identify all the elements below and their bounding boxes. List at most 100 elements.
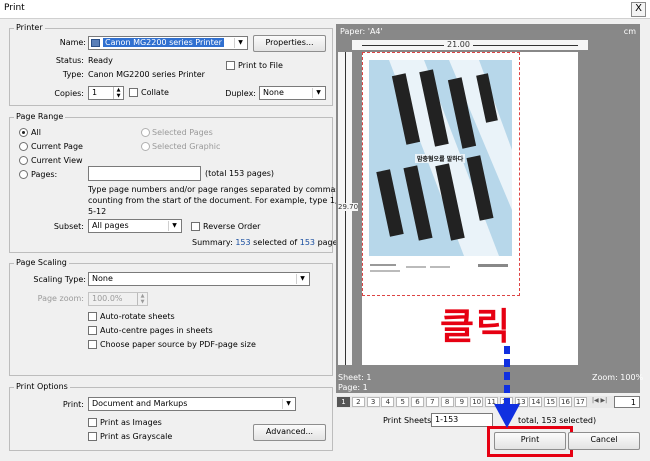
page-zoom-label: Page zoom: <box>37 294 84 303</box>
properties-button-label: Properties... <box>265 38 314 47</box>
collate-checkbox[interactable] <box>129 88 138 97</box>
summary-mid: selected of <box>253 238 298 247</box>
selected-graphic-radio <box>141 142 150 151</box>
poster-letter-block <box>376 169 404 237</box>
print-as-grayscale-checkbox[interactable] <box>88 432 97 441</box>
auto-rotate-checkbox[interactable] <box>88 312 97 321</box>
page-number-value: 1 <box>630 398 636 407</box>
vertical-ruler: 29.70 <box>338 52 359 365</box>
page-button[interactable]: 14 <box>529 397 543 407</box>
all-radio[interactable] <box>19 128 28 137</box>
printer-name-select[interactable]: Canon MG2200 series Printer ▼ <box>88 36 248 50</box>
auto-centre-checkbox[interactable] <box>88 326 97 335</box>
page-zoom-input: 100.0% ▲ ▼ <box>88 292 148 306</box>
summary-prefix: Summary: <box>192 238 233 247</box>
printer-group-label: Printer <box>14 23 45 32</box>
arrow-head <box>494 404 520 428</box>
summary-total-count: 153 <box>299 238 316 247</box>
title-bar: Print X <box>0 0 650 19</box>
copies-input[interactable]: 1 ▲ ▼ <box>88 86 124 100</box>
page-button[interactable]: 1 <box>337 397 350 407</box>
page-zoom-spinner-icon: ▲ ▼ <box>137 293 147 305</box>
page-button[interactable]: 15 <box>544 397 558 407</box>
footer-text-line <box>370 264 396 266</box>
footer-text-line <box>406 266 426 268</box>
current-view-radio[interactable] <box>19 156 28 165</box>
current-page-radio[interactable] <box>19 142 28 151</box>
page-button[interactable]: 6 <box>411 397 424 407</box>
page-scaling-group-label: Page Scaling <box>14 258 69 267</box>
horizontal-ruler: 21.00 <box>352 40 588 50</box>
selected-pages-label: Selected Pages <box>152 128 213 137</box>
scaling-type-select[interactable]: None ▼ <box>88 272 310 286</box>
poster-letter-block <box>403 165 433 241</box>
page-button[interactable]: 2 <box>351 397 365 407</box>
duplex-select[interactable]: None ▼ <box>259 86 326 100</box>
subset-value: All pages <box>92 221 129 230</box>
pages-label: Pages: <box>31 170 58 179</box>
page-button[interactable]: 8 <box>440 397 454 407</box>
advanced-button[interactable]: Advanced... <box>253 424 326 441</box>
print-what-select[interactable]: Document and Markups ▼ <box>88 397 296 411</box>
copies-spinner-icon[interactable]: ▲ ▼ <box>113 87 123 99</box>
properties-button[interactable]: Properties... <box>253 35 326 52</box>
page-number-input[interactable]: 1 <box>614 396 640 408</box>
status-label: Status: <box>55 56 84 65</box>
cancel-button[interactable]: Cancel <box>568 432 640 450</box>
current-view-label: Current View <box>31 156 83 165</box>
printer-icon <box>91 39 100 47</box>
page-range-group-label: Page Range <box>14 112 66 121</box>
duplex-label: Duplex: <box>225 89 256 98</box>
page-button[interactable]: 16 <box>559 397 572 407</box>
auto-centre-label: Auto-centre pages in sheets <box>100 326 213 335</box>
print-sheets-label: Print Sheets: <box>383 416 434 425</box>
units-label: cm <box>623 27 636 36</box>
copies-value: 1 <box>92 88 98 97</box>
scaling-type-value: None <box>92 274 113 283</box>
footer-logo <box>478 264 508 267</box>
pages-help-line2: counting from the start of the document.… <box>88 196 348 205</box>
print-to-file-checkbox[interactable] <box>226 61 235 70</box>
print-button-highlight <box>487 426 573 457</box>
choose-paper-source-checkbox[interactable] <box>88 340 97 349</box>
print-as-grayscale-label: Print as Grayscale <box>100 432 173 441</box>
print-as-images-checkbox[interactable] <box>88 418 97 427</box>
page-button[interactable]: 3 <box>366 397 380 407</box>
paper-size-label: Paper: 'A4' <box>340 27 383 36</box>
chevron-down-icon: ▼ <box>282 399 294 409</box>
print-sheets-value: 1-153 <box>435 415 459 424</box>
page-button[interactable]: 10 <box>470 397 484 407</box>
print-as-images-label: Print as Images <box>100 418 162 427</box>
selected-graphic-label: Selected Graphic <box>152 142 221 151</box>
page-button[interactable]: 9 <box>455 397 469 407</box>
reverse-order-checkbox[interactable] <box>191 222 200 231</box>
printer-name-value: Canon MG2200 series Printer <box>103 38 224 47</box>
pages-input[interactable] <box>88 166 201 181</box>
collate-label: Collate <box>141 88 169 97</box>
chevron-down-icon: ▼ <box>234 38 246 48</box>
print-sheets-input[interactable]: 1-153 <box>431 413 493 427</box>
page-button[interactable]: 17 <box>573 397 587 407</box>
zoom-label: Zoom: 100% <box>592 373 644 382</box>
footer-text-line <box>370 270 400 272</box>
chevron-down-icon: ▼ <box>168 221 180 231</box>
print-options-group-label: Print Options <box>14 382 70 391</box>
page-button[interactable]: 5 <box>396 397 410 407</box>
cancel-button-label: Cancel <box>590 435 618 444</box>
chevron-down-icon: ▼ <box>312 88 324 98</box>
type-label: Type: <box>62 70 84 79</box>
print-what-value: Document and Markups <box>92 399 188 408</box>
page-button[interactable]: 4 <box>381 397 395 407</box>
close-button[interactable]: X <box>631 2 646 17</box>
print-to-file-label: Print to File <box>238 61 283 70</box>
auto-rotate-label: Auto-rotate sheets <box>100 312 175 321</box>
current-page-label: Current Page <box>31 142 83 151</box>
annotation-arrow-icon <box>494 346 520 428</box>
window-title: Print <box>4 3 25 13</box>
duplex-value: None <box>263 88 284 97</box>
page-nav-arrows-icon[interactable]: |◀ ▶| <box>592 397 612 407</box>
page-button[interactable]: 7 <box>425 397 439 407</box>
subset-select[interactable]: All pages ▼ <box>88 219 182 233</box>
pages-radio[interactable] <box>19 170 28 179</box>
sheet-label: Sheet: 1 <box>338 373 372 382</box>
